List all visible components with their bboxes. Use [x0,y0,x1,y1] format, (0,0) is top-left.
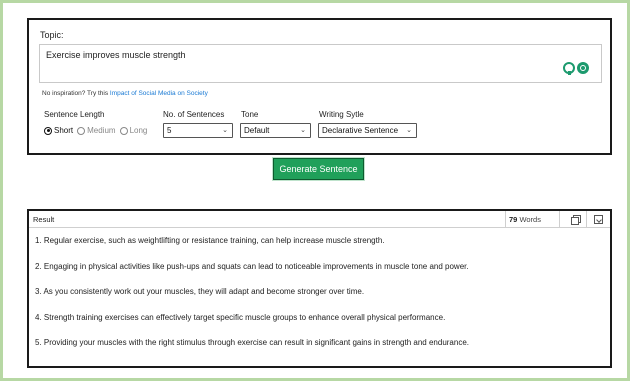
result-title: Result [33,215,55,224]
word-count-value: 79 [509,215,518,224]
sentence-length-label: Sentence Length [44,110,105,119]
topic-label: Topic: [40,30,64,40]
result-sentence: 5. Providing your muscles with the right… [35,338,470,348]
radio-short-label: Short [54,126,74,135]
tone-value: Default [244,126,270,135]
topic-panel: Topic: Exercise improves muscle strength… [27,18,612,155]
word-count-label: Words [519,215,541,224]
result-sentence: 2. Engaging in physical activities like … [35,261,469,271]
num-sentences-select[interactable]: 5 ⌄ [163,123,233,138]
lightbulb-icon[interactable] [563,62,575,75]
radio-long[interactable]: Long [119,126,148,135]
divider [586,211,587,228]
chevron-down-icon: ⌄ [222,127,228,134]
radio-medium-label: Medium [87,126,116,135]
divider [505,211,506,228]
generate-sentence-button[interactable]: Generate Sentence [273,158,364,180]
radio-dot [119,126,128,135]
divider [559,211,560,228]
chevron-down-icon: ⌄ [406,127,412,134]
radio-medium[interactable]: Medium [77,126,116,135]
grammarly-icon[interactable] [577,62,589,74]
result-sentence: 4. Strength training exercises can effec… [35,312,446,322]
result-header: Result 79 Words [29,211,610,228]
writing-style-value: Declarative Sentence [322,126,399,135]
result-sentence: 3. As you consistently work out your mus… [35,287,365,297]
tone-label: Tone [241,110,259,119]
radio-short[interactable]: Short [44,126,73,135]
radio-dot [77,126,86,135]
word-count: 79 Words [509,215,541,224]
chevron-down-icon: ⌄ [300,127,306,134]
copy-icon[interactable] [571,215,581,225]
writing-style-select[interactable]: Declarative Sentence ⌄ [318,123,417,138]
inspiration-text: No inspiration? Try this Impact of Socia… [42,90,208,97]
download-icon[interactable] [594,215,603,224]
topic-input[interactable]: Exercise improves muscle strength [39,44,602,83]
sentence-length-radios: Short Medium Long [44,126,147,135]
radio-long-label: Long [129,126,148,135]
result-sentences: 1. Regular exercise, such as weightlifti… [35,235,604,363]
radio-dot [44,126,52,135]
tone-select[interactable]: Default ⌄ [240,123,311,138]
result-panel: Result 79 Words 1. Regular exercise, suc… [27,209,612,368]
topic-tools [563,62,589,75]
result-sentence: 1. Regular exercise, such as weightlifti… [35,236,385,245]
num-sentences-value: 5 [167,126,172,135]
inspiration-prefix: No inspiration? Try this [42,90,110,97]
inspiration-link[interactable]: Impact of Social Media on Society [110,90,208,97]
writing-style-label: Writing Sytle [319,110,364,119]
num-sentences-label: No. of Sentences [163,110,225,119]
